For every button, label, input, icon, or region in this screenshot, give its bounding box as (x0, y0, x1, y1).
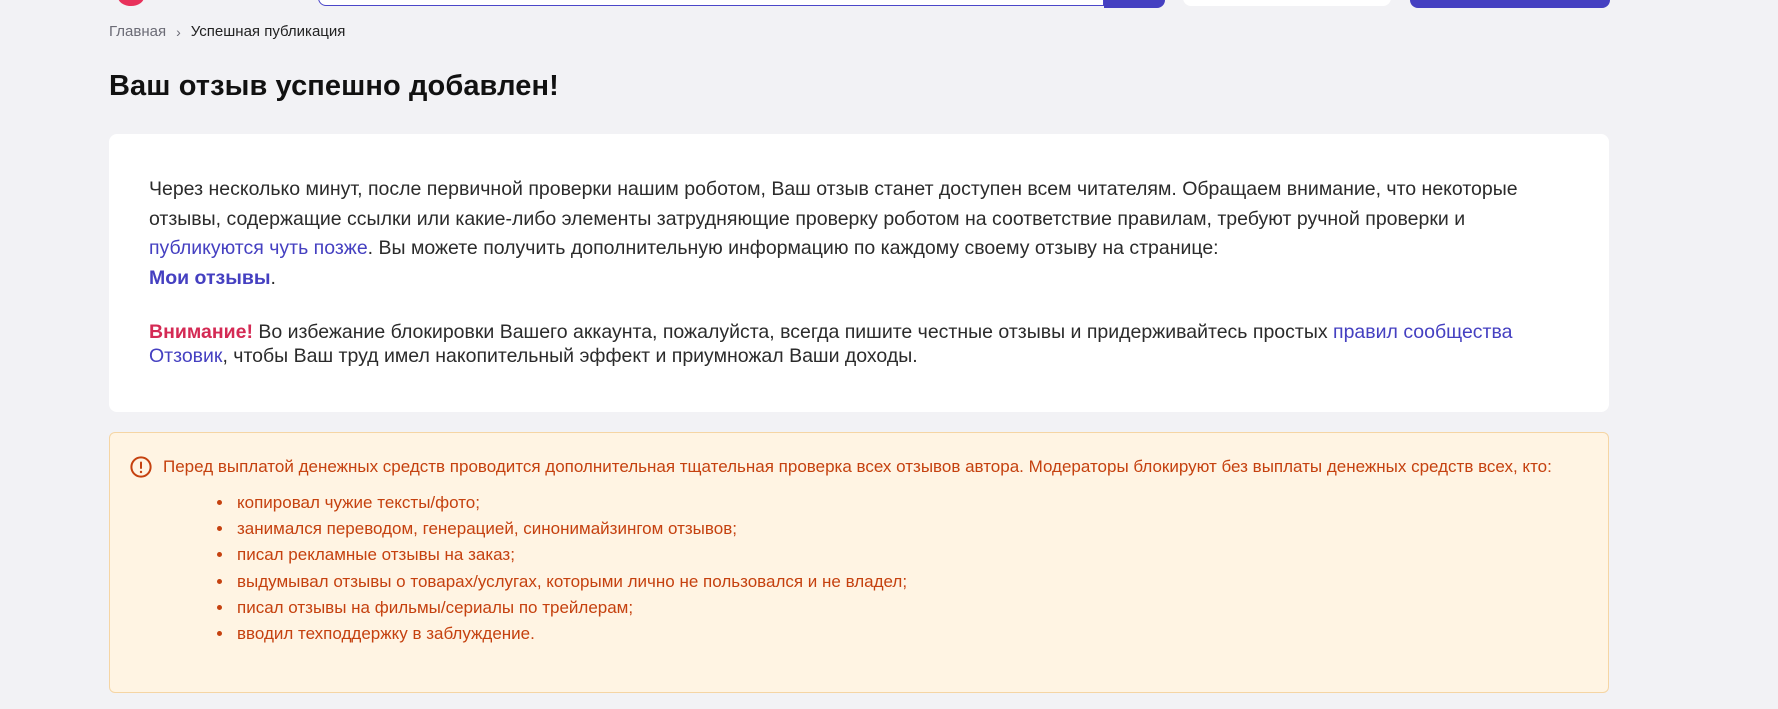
list-item: писал рекламные отзывы на заказ; (234, 542, 1588, 568)
my-reviews-link[interactable]: Мои отзывы (149, 267, 271, 289)
info-text-end: . (270, 266, 276, 289)
attention-text-part2: , чтобы Ваш труд имел накопительный эффе… (222, 345, 918, 367)
attention-label: Внимание! (149, 321, 253, 343)
list-item: выдумывал отзывы о товарах/услугах, кото… (234, 569, 1588, 595)
list-item: писал отзывы на фильмы/сериалы по трейле… (234, 595, 1588, 621)
violations-list: копировал чужие тексты/фото; занимался п… (130, 490, 1588, 647)
attention-text: Внимание! Во избежание блокировки Вашего… (149, 320, 1569, 368)
info-text-part1: Через несколько минут, после первичной п… (149, 178, 1518, 230)
success-info-card: Через несколько минут, после первичной п… (109, 134, 1609, 412)
notice-text: Перед выплатой денежных средств проводит… (163, 457, 1552, 476)
publication-info-text: Через несколько минут, после первичной п… (149, 175, 1569, 293)
breadcrumb-home-link[interactable]: Главная (109, 23, 166, 40)
published-later-link[interactable]: публикуются чуть позже (149, 237, 368, 259)
top-header (0, 0, 1778, 8)
list-item: вводил техподдержку в заблуждение. (234, 621, 1588, 647)
list-item: копировал чужие тексты/фото; (234, 490, 1588, 516)
breadcrumb-separator: › (176, 23, 181, 40)
breadcrumb: Главная › Успешная публикация (109, 23, 345, 40)
search-button[interactable] (1104, 0, 1165, 8)
category-select[interactable] (1183, 0, 1391, 6)
breadcrumb-current: Успешная публикация (190, 23, 346, 40)
add-review-button[interactable] (1410, 0, 1610, 8)
attention-text-part1: Во избежание блокировки Вашего аккаунта,… (252, 321, 1334, 343)
page-title: Ваш отзыв успешно добавлен! (109, 70, 559, 102)
info-text-part2: . Вы можете получить дополнительную инфо… (367, 237, 1219, 259)
list-item: занимался переводом, генерацией, синоним… (234, 516, 1588, 542)
payout-warning-notice: Перед выплатой денежных средств проводит… (109, 432, 1609, 693)
exclamation-circle-icon (130, 456, 152, 478)
site-logo[interactable] (118, 0, 144, 6)
search-input[interactable] (318, 0, 1104, 6)
